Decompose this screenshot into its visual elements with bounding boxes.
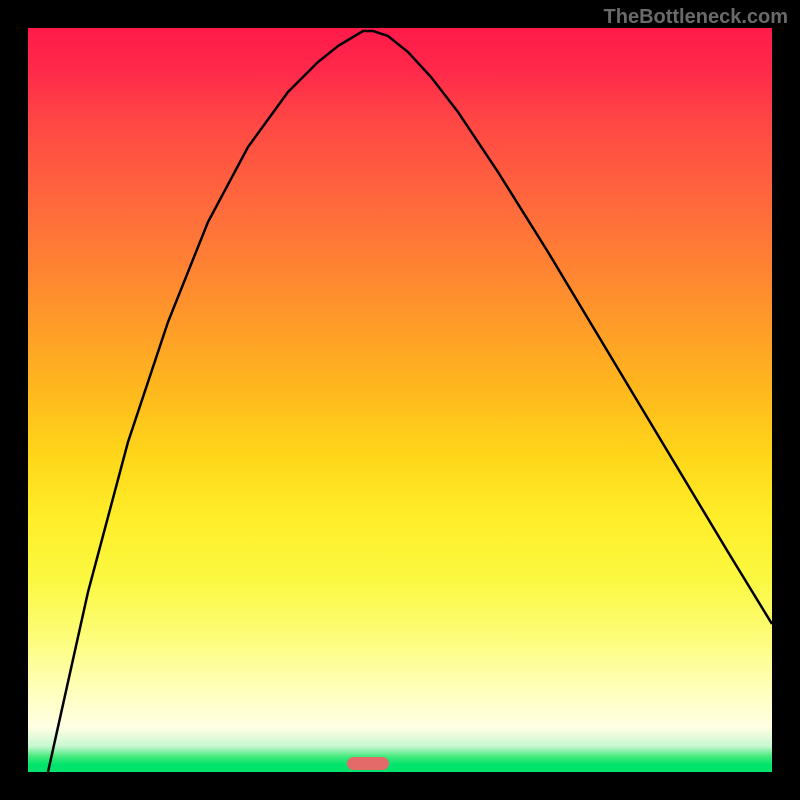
curve-path bbox=[48, 31, 772, 772]
chart-area bbox=[28, 28, 772, 772]
watermark-text: TheBottleneck.com bbox=[604, 6, 788, 29]
bottleneck-curve bbox=[28, 28, 772, 772]
optimal-point-marker bbox=[347, 757, 389, 770]
